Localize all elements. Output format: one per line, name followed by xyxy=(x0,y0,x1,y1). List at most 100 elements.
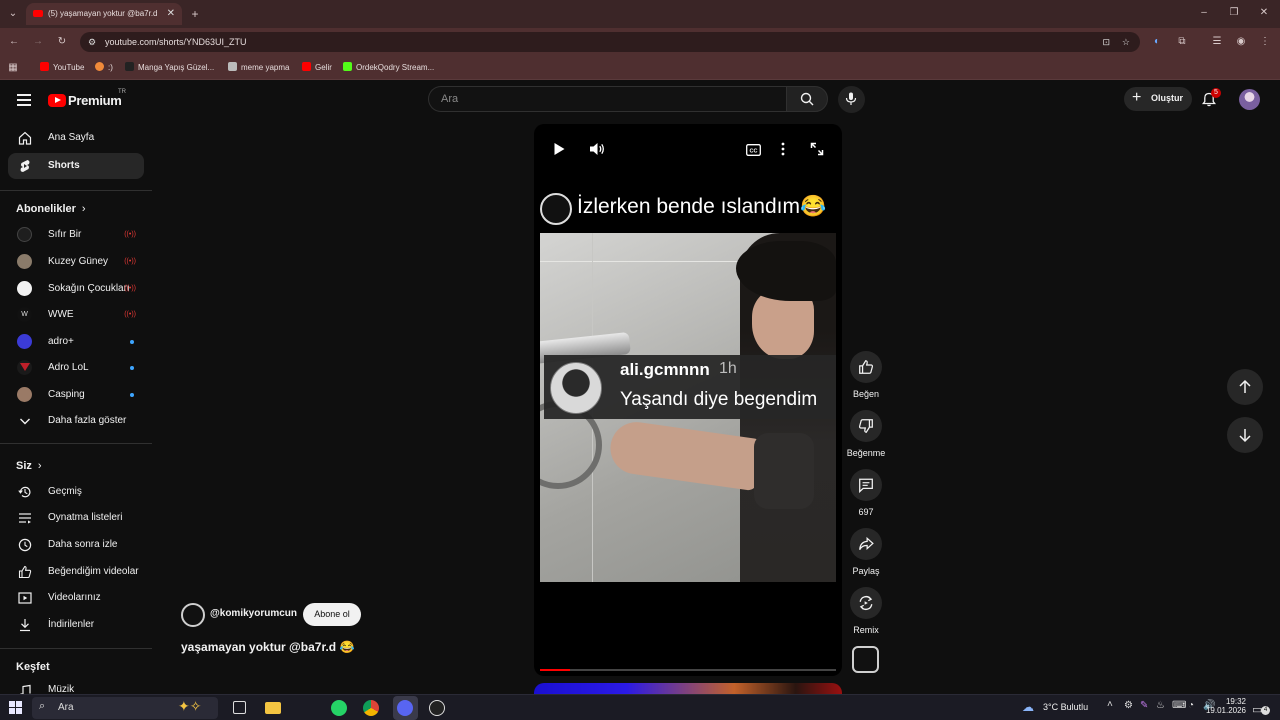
tray-pen-icon[interactable]: ✎ xyxy=(1140,700,1148,711)
share-button[interactable]: Paylaş xyxy=(846,528,886,576)
whatsapp-icon[interactable] xyxy=(331,700,347,716)
new-content-dot xyxy=(130,340,134,344)
next-short-button[interactable] xyxy=(1227,417,1263,453)
bookmark-meme[interactable]: meme yapma xyxy=(228,62,289,72)
file-explorer-icon[interactable] xyxy=(265,702,281,714)
new-tab-icon[interactable]: + xyxy=(188,7,202,21)
restore-icon[interactable]: ❐ xyxy=(1227,6,1241,20)
browser-menu-icon[interactable]: ⋮ xyxy=(1258,35,1272,49)
bookmark-star-icon[interactable]: ☆ xyxy=(1122,32,1130,52)
sidebar-item-liked-videos[interactable]: Beğendiğim videolar xyxy=(8,559,144,585)
subscriptions-header[interactable]: Abonelikler › xyxy=(16,203,86,215)
like-button[interactable]: Beğen xyxy=(846,351,886,399)
comments-button[interactable]: 697 xyxy=(846,469,886,517)
search-button[interactable] xyxy=(786,86,828,112)
notifications-button[interactable]: 5 xyxy=(1200,88,1222,111)
channel-avatar[interactable] xyxy=(181,603,205,627)
install-app-icon[interactable]: ⊡ xyxy=(1102,32,1110,52)
dislike-button[interactable]: Beğenme xyxy=(846,410,886,458)
play-button[interactable] xyxy=(552,142,568,158)
video-overlay-title: İzlerken bende ıslandım😂 xyxy=(577,195,827,218)
extensions-puzzle-icon[interactable]: ⧉ xyxy=(1175,35,1189,49)
volume-button[interactable] xyxy=(589,142,607,158)
reading-list-icon[interactable]: ☰ xyxy=(1210,35,1224,49)
extension-icon[interactable]: ◐ xyxy=(1150,35,1164,49)
sidebar-item-shorts[interactable]: Shorts xyxy=(8,153,144,179)
tab-search-icon[interactable]: ⌄ xyxy=(6,7,20,21)
sidebar-item-playlists[interactable]: Oynatma listeleri xyxy=(8,505,144,531)
site-info-icon[interactable]: ⚙ xyxy=(88,32,96,52)
taskbar-search[interactable]: ⌕ Ara ✦✧ xyxy=(32,697,218,719)
tab-close-icon[interactable]: ✕ xyxy=(167,3,175,25)
back-icon[interactable]: ← xyxy=(7,35,21,49)
bookmark-manga[interactable]: Manga Yapış Güzel... xyxy=(125,62,214,72)
apps-grid-icon[interactable]: ▦ xyxy=(6,61,20,75)
comment-icon xyxy=(859,478,873,493)
sidebar-sub-wwe[interactable]: W WWE ((•)) xyxy=(8,302,144,328)
start-button[interactable] xyxy=(9,701,22,714)
bookmark-youtube[interactable]: YouTube xyxy=(40,62,84,72)
sidebar-item-home[interactable]: Ana Sayfa xyxy=(8,125,144,151)
account-avatar[interactable] xyxy=(1239,89,1260,110)
clock-time: 19:32 xyxy=(1225,697,1246,706)
voice-search-button[interactable] xyxy=(838,86,865,113)
sound-channel-avatar[interactable] xyxy=(852,646,879,673)
browser-tab[interactable]: (5) yaşamayan yoktur @ba7r.d ✕ xyxy=(26,3,182,25)
notification-center-button[interactable]: ▭ 4 xyxy=(1252,700,1270,716)
sidebar-item-your-videos[interactable]: Videolarınız xyxy=(8,585,144,611)
discord-icon[interactable] xyxy=(397,700,413,716)
search-input[interactable]: Ara xyxy=(441,93,458,105)
play-icon xyxy=(554,143,565,155)
bookmark-gelir[interactable]: Gelir xyxy=(302,62,332,72)
tray-chevron-icon[interactable]: ˄ xyxy=(1107,699,1113,710)
remix-label: Remix xyxy=(853,625,879,635)
clock[interactable]: 19:32 19.01.2026 xyxy=(1200,697,1246,715)
address-bar[interactable]: ⚙ youtube.com/shorts/YND63UI_ZTU ⊡ ☆ xyxy=(80,32,1140,52)
wifi-icon[interactable]: ◔ xyxy=(1188,700,1194,711)
sidebar-sub-adro-lol[interactable]: Adro LoL xyxy=(8,355,144,381)
minimize-icon[interactable]: – xyxy=(1197,6,1211,20)
tray-steam-icon[interactable]: ♨ xyxy=(1156,700,1165,711)
remix-button[interactable]: Remix xyxy=(846,587,886,635)
taskbar-search-input[interactable]: Ara xyxy=(58,702,74,713)
live-indicator-icon: ((•)) xyxy=(124,311,136,318)
sidebar-sub-sifir-bir[interactable]: Sıfır Bir ((•)) xyxy=(8,222,144,248)
profile-icon[interactable]: ◉ xyxy=(1234,35,1248,49)
captions-button[interactable]: CC xyxy=(746,143,762,157)
channel-handle[interactable]: @komikyorumcun xyxy=(210,608,297,619)
progress-track[interactable] xyxy=(540,669,836,671)
search-box[interactable]: Ara xyxy=(428,86,786,112)
previous-short-button[interactable] xyxy=(1227,369,1263,405)
tray-app-icon[interactable]: ⚙ xyxy=(1124,700,1133,711)
sidebar-item-music[interactable]: Müzik xyxy=(8,678,144,694)
next-short-preview[interactable] xyxy=(534,683,842,694)
bookmark-smile[interactable]: :) xyxy=(95,62,113,72)
sidebar-show-more[interactable]: Daha fazla göster xyxy=(8,408,144,434)
more-options-button[interactable] xyxy=(780,142,790,158)
sidebar-sub-casping[interactable]: Casping xyxy=(8,382,144,408)
channel-row: @komikyorumcun Abone ol xyxy=(181,602,381,628)
sidebar-sub-adro-plus[interactable]: adro+ xyxy=(8,329,144,355)
sidebar-divider xyxy=(0,190,152,191)
shorts-player[interactable]: CC İzlerken bende ıslandım😂 ali.gcmnnn 1… xyxy=(534,124,842,676)
hamburger-menu-icon[interactable] xyxy=(17,94,31,106)
close-window-icon[interactable]: ✕ xyxy=(1257,6,1271,20)
playlist-icon xyxy=(19,513,31,524)
forward-icon[interactable]: → xyxy=(31,35,45,49)
svg-text:CC: CC xyxy=(750,149,758,155)
subscribe-button[interactable]: Abone ol xyxy=(303,603,361,626)
bookmark-ordek[interactable]: OrdekQodry Stream... xyxy=(343,62,434,72)
sidebar-sub-kuzey-guney[interactable]: Kuzey Güney ((•)) xyxy=(8,249,144,275)
obs-icon[interactable] xyxy=(429,700,445,716)
sidebar-item-downloads[interactable]: İndirilenler xyxy=(8,612,144,638)
create-button[interactable]: + Oluştur xyxy=(1124,87,1192,111)
sidebar-item-history[interactable]: Geçmiş xyxy=(8,479,144,505)
you-header[interactable]: Siz › xyxy=(16,460,42,472)
sidebar-sub-sokagin-cocuklari[interactable]: Sokağın Çocukları ((•)) xyxy=(8,276,144,302)
task-view-icon[interactable] xyxy=(233,701,246,714)
tray-usb-icon[interactable]: ⌨ xyxy=(1172,700,1186,711)
chrome-icon[interactable] xyxy=(363,700,379,716)
fullscreen-button[interactable] xyxy=(810,142,826,158)
sidebar-item-watch-later[interactable]: Daha sonra izle xyxy=(8,532,144,558)
reload-icon[interactable]: ↻ xyxy=(55,35,69,49)
